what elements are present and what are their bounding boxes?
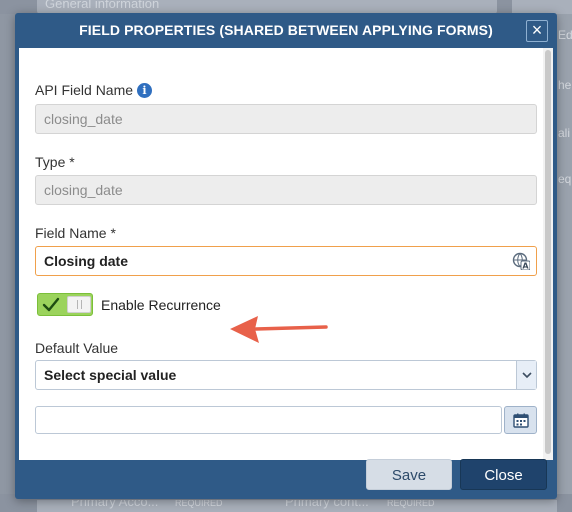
save-button[interactable]: Save bbox=[366, 459, 452, 490]
dialog-body: API Field Name i closing_date Type * clo… bbox=[19, 48, 553, 460]
enable-recurrence-toggle[interactable] bbox=[37, 293, 93, 316]
enable-recurrence-label: Enable Recurrence bbox=[101, 297, 221, 313]
background-top-button bbox=[512, 0, 572, 14]
dropdown-button[interactable] bbox=[516, 361, 536, 389]
close-button[interactable]: Close bbox=[460, 459, 547, 490]
background-bottom-row: Primary Acco... REQUIRED Primary cont...… bbox=[37, 500, 557, 512]
calendar-icon bbox=[513, 413, 529, 428]
default-value-select[interactable]: Select special value bbox=[35, 360, 537, 390]
chevron-down-icon bbox=[522, 372, 532, 379]
scrollbar-thumb[interactable] bbox=[545, 50, 551, 454]
background-bottom-required: REQUIRED bbox=[175, 500, 223, 508]
translate-icon[interactable]: A bbox=[512, 252, 530, 270]
calendar-button[interactable] bbox=[504, 406, 537, 434]
background-bottom-text: Primary cont... bbox=[285, 500, 369, 509]
background-right-panel: Edi her ali equ bbox=[556, 14, 572, 494]
field-name-value: Closing date bbox=[44, 253, 129, 269]
background-left-panel bbox=[0, 14, 16, 494]
api-field-name-input: closing_date bbox=[35, 104, 537, 134]
field-name-input[interactable]: Closing date A bbox=[35, 246, 537, 276]
date-input[interactable] bbox=[35, 406, 502, 434]
default-value-label: Default Value bbox=[35, 340, 119, 356]
background-bottom-required: REQUIRED bbox=[387, 500, 435, 508]
background-bottom-text: Primary Acco... bbox=[71, 500, 159, 509]
scrollbar[interactable] bbox=[543, 48, 553, 460]
toggle-knob bbox=[67, 296, 91, 313]
dialog-title: FIELD PROPERTIES (SHARED BETWEEN APPLYIN… bbox=[79, 22, 493, 38]
close-icon[interactable]: × bbox=[526, 20, 548, 42]
svg-text:A: A bbox=[522, 262, 529, 271]
api-field-name-label: API Field Name bbox=[35, 82, 134, 98]
background-top-tab: General information bbox=[37, 0, 497, 14]
default-value-selected: Select special value bbox=[44, 367, 177, 383]
info-icon[interactable]: i bbox=[137, 83, 152, 98]
background-right-text: equ bbox=[558, 172, 572, 186]
background-right-text: ali bbox=[558, 126, 571, 140]
check-icon bbox=[42, 297, 60, 312]
field-properties-dialog: FIELD PROPERTIES (SHARED BETWEEN APPLYIN… bbox=[15, 13, 557, 499]
type-input: closing_date bbox=[35, 175, 537, 205]
background-top-tab-label: General information bbox=[45, 0, 160, 11]
background-right-text: Edi bbox=[558, 28, 572, 42]
red-arrow bbox=[230, 316, 328, 343]
field-name-label: Field Name * bbox=[35, 225, 116, 241]
type-label: Type * bbox=[35, 154, 75, 170]
background-right-text: her bbox=[558, 78, 572, 92]
